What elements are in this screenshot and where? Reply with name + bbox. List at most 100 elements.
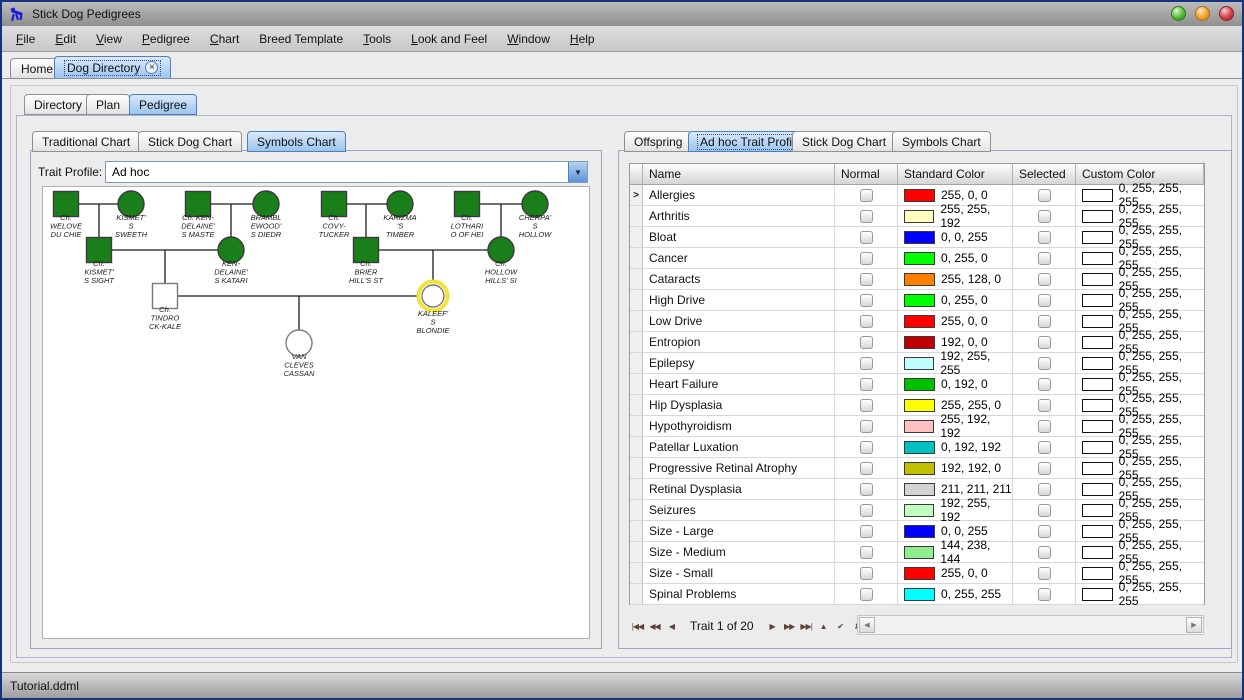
selected-checkbox[interactable] <box>1038 483 1051 496</box>
trait-name-cell[interactable]: Size - Large <box>643 521 835 542</box>
pedigree-node-katari[interactable]: KEN-DELAINE'S KATARI <box>214 237 248 285</box>
current-row-arrow-icon[interactable]: > <box>630 185 643 206</box>
pedigree-node-welove[interactable]: Ch.WELOVEDU CHIE <box>50 192 83 240</box>
selected-checkbox[interactable] <box>1038 336 1051 349</box>
row-selector-cell[interactable] <box>630 311 643 332</box>
selected-checkbox[interactable] <box>1038 567 1051 580</box>
pedigree-node-van[interactable]: VANCLEVESCASSAN <box>284 330 315 378</box>
normal-checkbox[interactable] <box>860 189 873 202</box>
standard-color-swatch[interactable] <box>904 336 935 349</box>
standard-color-swatch[interactable] <box>904 462 935 475</box>
row-selector-cell[interactable] <box>630 584 643 605</box>
trait-name-cell[interactable]: Arthritis <box>643 206 835 227</box>
custom-color-swatch[interactable] <box>1082 504 1113 517</box>
selected-checkbox[interactable] <box>1038 588 1051 601</box>
custom-color-swatch[interactable] <box>1082 525 1113 538</box>
custom-color-swatch[interactable] <box>1082 273 1113 286</box>
selected-checkbox[interactable] <box>1038 462 1051 475</box>
trait-name-cell[interactable]: Size - Small <box>643 563 835 584</box>
selected-checkbox[interactable] <box>1038 441 1051 454</box>
nav-fast-rewind-button[interactable]: ◀◀ <box>646 617 663 635</box>
standard-color-swatch[interactable] <box>904 252 935 265</box>
custom-color-swatch[interactable] <box>1082 294 1113 307</box>
standard-color-swatch[interactable] <box>904 399 935 412</box>
nav-last-button[interactable]: ▶▶| <box>798 617 815 635</box>
selected-checkbox[interactable] <box>1038 315 1051 328</box>
trait-name-cell[interactable]: Spinal Problems <box>643 584 835 605</box>
pedigree-node-cherpa[interactable]: CHERPA'SHOLLOW <box>519 191 552 239</box>
row-selector-cell[interactable] <box>630 248 643 269</box>
menu-item-window[interactable]: Window <box>497 28 560 50</box>
trait-name-cell[interactable]: Retinal Dysplasia <box>643 479 835 500</box>
trait-name-cell[interactable]: Allergies <box>643 185 835 206</box>
normal-checkbox[interactable] <box>860 504 873 517</box>
row-selector-cell[interactable] <box>630 269 643 290</box>
tab-symbols-chart-left[interactable]: Symbols Chart <box>247 131 346 152</box>
trait-name-cell[interactable]: Low Drive <box>643 311 835 332</box>
scroll-right-icon[interactable]: ▶ <box>1186 617 1202 633</box>
custom-color-swatch[interactable] <box>1082 483 1113 496</box>
pedigree-node-kaleef[interactable]: KALEEF'SBLONDIE <box>417 282 451 336</box>
standard-color-swatch[interactable] <box>904 210 934 223</box>
custom-color-swatch[interactable] <box>1082 546 1113 559</box>
custom-color-swatch[interactable] <box>1082 399 1113 412</box>
table-row[interactable]: Spinal Problems0, 255, 2550, 255, 255, 2… <box>630 584 1204 605</box>
selected-checkbox[interactable] <box>1038 399 1051 412</box>
trait-name-cell[interactable]: Size - Medium <box>643 542 835 563</box>
pedigree-node-sight[interactable]: Ch.KISMET'S SIGHT <box>84 238 115 286</box>
standard-color-swatch[interactable] <box>904 483 935 496</box>
standard-color-swatch[interactable] <box>904 525 935 538</box>
trait-name-cell[interactable]: Cataracts <box>643 269 835 290</box>
row-selector-cell[interactable] <box>630 563 643 584</box>
normal-checkbox[interactable] <box>860 252 873 265</box>
nav-previous-button[interactable]: ◀ <box>663 617 680 635</box>
tab-traditional-chart[interactable]: Traditional Chart <box>32 131 140 152</box>
trait-name-cell[interactable]: Cancer <box>643 248 835 269</box>
custom-color-swatch[interactable] <box>1082 588 1113 601</box>
row-selector-cell[interactable] <box>630 395 643 416</box>
selected-checkbox[interactable] <box>1038 546 1051 559</box>
close-tab-icon[interactable]: × <box>145 61 158 74</box>
normal-checkbox[interactable] <box>860 294 873 307</box>
row-selector-cell[interactable] <box>630 458 643 479</box>
trait-name-cell[interactable]: Progressive Retinal Atrophy <box>643 458 835 479</box>
custom-color-swatch[interactable] <box>1082 252 1113 265</box>
normal-checkbox[interactable] <box>860 483 873 496</box>
selected-checkbox[interactable] <box>1038 504 1051 517</box>
nav-fast-forward-button[interactable]: ▶▶ <box>781 617 798 635</box>
pedigree-node-diedr[interactable]: BRAMBLEWOOD'S DIEDR <box>251 191 282 239</box>
standard-color-swatch[interactable] <box>904 567 935 580</box>
menu-item-edit[interactable]: Edit <box>45 28 86 50</box>
menu-item-pedigree[interactable]: Pedigree <box>132 28 200 50</box>
selected-checkbox[interactable] <box>1038 273 1051 286</box>
col-selected[interactable]: Selected <box>1013 164 1076 185</box>
pedigree-node-sweeth[interactable]: KISMET'SSWEETH <box>115 191 148 239</box>
row-selector-cell[interactable] <box>630 332 643 353</box>
col-name[interactable]: Name <box>643 164 835 185</box>
trait-name-cell[interactable]: Epilepsy <box>643 353 835 374</box>
tab-directory[interactable]: Directory <box>24 94 92 115</box>
selected-checkbox[interactable] <box>1038 210 1051 223</box>
normal-checkbox[interactable] <box>860 210 873 223</box>
pedigree-node-brier[interactable]: Ch.BRIERHILL'S ST <box>349 238 384 286</box>
pedigree-node-covy[interactable]: Ch.COVY-TUCKER <box>319 192 350 240</box>
pedigree-node-lothari[interactable]: Ch.LOTHARIO OF HEI <box>451 192 484 240</box>
standard-color-swatch[interactable] <box>904 294 935 307</box>
selected-checkbox[interactable] <box>1038 231 1051 244</box>
custom-color-swatch[interactable] <box>1082 357 1113 370</box>
trait-name-cell[interactable]: Heart Failure <box>643 374 835 395</box>
scroll-left-icon[interactable]: ◀ <box>859 617 875 633</box>
standard-color-swatch[interactable] <box>904 273 935 286</box>
selected-checkbox[interactable] <box>1038 525 1051 538</box>
maximize-button[interactable] <box>1195 6 1210 21</box>
row-selector-cell[interactable] <box>630 542 643 563</box>
row-selector-cell[interactable] <box>630 437 643 458</box>
standard-color-swatch[interactable] <box>904 588 935 601</box>
normal-checkbox[interactable] <box>860 378 873 391</box>
custom-color-swatch[interactable] <box>1082 231 1113 244</box>
tab-pedigree[interactable]: Pedigree <box>129 94 197 115</box>
trait-name-cell[interactable]: High Drive <box>643 290 835 311</box>
normal-checkbox[interactable] <box>860 315 873 328</box>
standard-color-swatch[interactable] <box>904 504 934 517</box>
selected-checkbox[interactable] <box>1038 378 1051 391</box>
